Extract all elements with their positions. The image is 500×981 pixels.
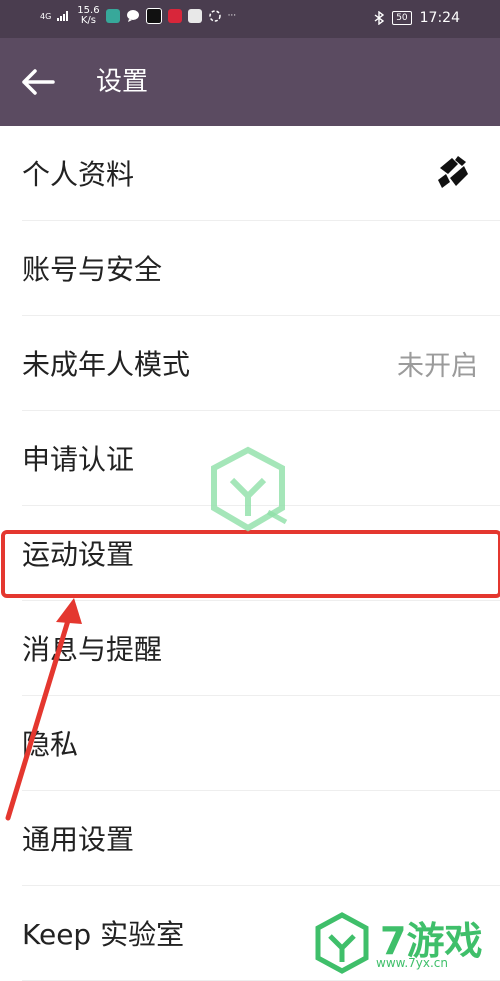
tiktok-icon bbox=[145, 8, 162, 24]
avatar[interactable] bbox=[428, 148, 478, 198]
book-app-icon bbox=[187, 9, 202, 23]
settings-item-label: 未成年人模式 bbox=[22, 348, 191, 381]
highlight-box bbox=[1, 530, 500, 598]
settings-item-minor-mode[interactable]: 未成年人模式 未开启 bbox=[22, 316, 500, 411]
chat-icon bbox=[126, 10, 139, 22]
settings-item-label: 申请认证 bbox=[22, 443, 135, 476]
watermark-logo-icon bbox=[211, 446, 288, 532]
settings-item-label: 个人资料 bbox=[22, 158, 135, 191]
settings-item-profile[interactable]: 个人资料 bbox=[22, 126, 500, 221]
settings-item-account-security[interactable]: 账号与安全 bbox=[22, 221, 500, 316]
app-notification-icon bbox=[105, 9, 120, 23]
back-arrow-icon bbox=[22, 69, 55, 95]
back-button[interactable] bbox=[20, 64, 60, 100]
video-app-icon bbox=[167, 9, 182, 23]
clock: 17:24 bbox=[419, 10, 460, 26]
watermark-url: www.7yx.cn bbox=[376, 956, 449, 970]
settings-item-label: 账号与安全 bbox=[22, 253, 163, 286]
status-bar: 4G 15.6 K/s ··· 50 17:24 bbox=[0, 0, 500, 38]
loading-icon bbox=[208, 10, 221, 22]
network-speed-unit: K/s bbox=[80, 15, 96, 26]
app-header: 设置 bbox=[0, 38, 500, 126]
status-right: 50 17:24 bbox=[374, 10, 460, 26]
signal-bars-icon bbox=[57, 11, 69, 21]
network-speed: 15.6 K/s bbox=[77, 6, 99, 26]
more-notifications-icon: ··· bbox=[227, 11, 237, 21]
signal-strength: 4G bbox=[40, 11, 52, 21]
watermark-corner-logo-icon bbox=[315, 912, 369, 974]
minor-mode-status: 未开启 bbox=[397, 350, 478, 382]
pointer-arrow-icon bbox=[5, 598, 82, 821]
status-left: 4G 15.6 K/s ··· bbox=[40, 6, 236, 26]
bluetooth-icon bbox=[374, 11, 385, 25]
battery-level: 50 bbox=[392, 11, 412, 25]
settings-item-label: Keep 实验室 bbox=[22, 918, 185, 951]
page-title: 设置 bbox=[96, 67, 149, 97]
